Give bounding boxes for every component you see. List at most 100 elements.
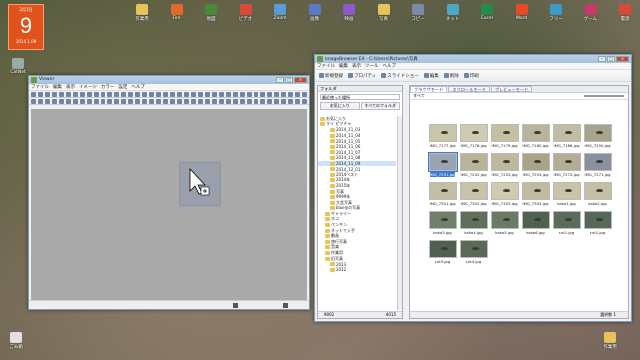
toolbar-button-5[interactable]: 削除 <box>443 73 459 79</box>
toolbar-tool-icon[interactable] <box>114 99 120 104</box>
toolbar-tool-icon[interactable] <box>190 99 196 104</box>
toolbar-button-2[interactable]: プロパティ <box>348 73 376 79</box>
desktop-icon-1[interactable]: 作業用 <box>128 4 156 22</box>
toolbar-tool-icon[interactable] <box>302 99 308 104</box>
toolbar-tool-icon[interactable] <box>225 92 231 97</box>
toolbar-tool-icon[interactable] <box>253 99 259 104</box>
desktop-icon-11[interactable]: Excel <box>473 4 501 21</box>
tree-item[interactable]: 2012 <box>318 267 396 273</box>
toolbar-tool-icon[interactable] <box>93 99 99 104</box>
thumbnail[interactable]: kaka3.jpg <box>428 211 457 236</box>
desktop-icon-8[interactable]: 写真 <box>370 4 398 22</box>
minimize-button[interactable]: – <box>598 56 606 62</box>
thumbnail[interactable]: kaka5.jpg <box>490 211 519 236</box>
toolbar-tool-icon[interactable] <box>260 99 266 104</box>
tab-favorites[interactable]: お気に入り <box>320 102 360 110</box>
viewer-menu-item[interactable]: ファイル <box>31 84 49 90</box>
thumbnail[interactable]: IMG_7250.jpg <box>583 124 612 149</box>
toolbar-tool-icon[interactable] <box>295 92 301 97</box>
desktop-icon-15[interactable]: 電源 <box>611 4 639 22</box>
desktop-icon-13[interactable]: フリー <box>542 4 570 22</box>
tab-scroll-mode[interactable]: スクロールモード <box>448 86 490 92</box>
viewer-menu-item[interactable]: ヘルプ <box>131 84 145 90</box>
toolbar-tool-icon[interactable] <box>65 92 71 97</box>
viewer-menu-item[interactable]: 表示 <box>66 84 75 90</box>
thumbnail[interactable]: cut4.jpg <box>459 240 488 265</box>
thumbnail[interactable]: IMG_7303.jpg <box>490 182 519 207</box>
toolbar-button-1[interactable]: 新規登録 <box>319 73 343 79</box>
toolbar-tool-icon[interactable] <box>170 99 176 104</box>
toolbar-tool-icon[interactable] <box>135 92 141 97</box>
toolbar-tool-icon[interactable] <box>51 99 57 104</box>
thumbnail[interactable]: IMG_7178.jpg <box>459 124 488 149</box>
thumbnail[interactable]: IMG_7302.jpg <box>459 182 488 207</box>
toolbar-tool-icon[interactable] <box>239 99 245 104</box>
toolbar-tool-icon[interactable] <box>246 92 252 97</box>
toolbar-tool-icon[interactable] <box>267 92 273 97</box>
toolbar-tool-icon[interactable] <box>267 99 273 104</box>
toolbar-tool-icon[interactable] <box>149 92 155 97</box>
toolbar-tool-icon[interactable] <box>274 92 280 97</box>
toolbar-tool-icon[interactable] <box>170 92 176 97</box>
toolbar-tool-icon[interactable] <box>44 92 50 97</box>
toolbar-tool-icon[interactable] <box>225 99 231 104</box>
thumbnail[interactable]: IMG_7251.jpg <box>427 152 458 178</box>
toolbar-tool-icon[interactable] <box>204 92 210 97</box>
toolbar-tool-icon[interactable] <box>204 99 210 104</box>
recent-places-field[interactable]: 最近使った場所 <box>320 94 400 100</box>
toolbar-tool-icon[interactable] <box>253 92 259 97</box>
thumbnail[interactable]: cut3.jpg <box>428 240 457 265</box>
thumbnail[interactable]: IMG_7180.jpg <box>521 124 550 149</box>
browser-menu-item[interactable]: ヘルプ <box>383 63 397 69</box>
desktop-icon-10[interactable]: ネット <box>439 4 467 22</box>
desktop-icon-3[interactable]: 地図 <box>197 4 225 22</box>
thumbnail[interactable]: kaka2.jpg <box>583 182 612 207</box>
toolbar-tool-icon[interactable] <box>197 99 203 104</box>
browser-menu-item[interactable]: 編集 <box>339 63 348 69</box>
tab-browser-mode[interactable]: ブラウザモード <box>410 86 448 92</box>
toolbar-tool-icon[interactable] <box>37 92 43 97</box>
toolbar-tool-icon[interactable] <box>65 99 71 104</box>
thumbnail[interactable]: IMG_7253.jpg <box>490 153 519 178</box>
close-button[interactable]: × <box>294 77 307 83</box>
thumbnail[interactable]: kaka6.jpg <box>521 211 550 236</box>
toolbar-tool-icon[interactable] <box>100 92 106 97</box>
desktop-icon-work[interactable]: 作業用 <box>596 332 624 350</box>
toolbar-button-3[interactable]: スライドショー <box>381 73 419 79</box>
desktop-icon-recycle-bin[interactable]: ごみ箱 <box>2 332 30 350</box>
tab-preview-mode[interactable]: プレビューモード <box>490 86 533 92</box>
toolbar-tool-icon[interactable] <box>288 92 294 97</box>
toolbar-tool-icon[interactable] <box>114 92 120 97</box>
calendar-widget[interactable]: 2月1日 9 2014 1.09 <box>8 4 44 50</box>
toolbar-tool-icon[interactable] <box>93 92 99 97</box>
folder-tree-scrollbar[interactable] <box>397 116 402 310</box>
close-button[interactable]: × <box>616 56 629 62</box>
toolbar-tool-icon[interactable] <box>281 92 287 97</box>
toolbar-tool-icon[interactable] <box>288 99 294 104</box>
viewer-titlebar[interactable]: Viewer – □ × <box>29 76 309 84</box>
toolbar-tool-icon[interactable] <box>218 92 224 97</box>
thumbnail[interactable]: IMG_7271.jpg <box>583 153 612 178</box>
toolbar-tool-icon[interactable] <box>197 92 203 97</box>
toolbar-tool-icon[interactable] <box>156 99 162 104</box>
toolbar-tool-icon[interactable] <box>121 99 127 104</box>
toolbar-tool-icon[interactable] <box>31 99 36 104</box>
toolbar-tool-icon[interactable] <box>183 92 189 97</box>
toolbar-tool-icon[interactable] <box>149 99 155 104</box>
tab-all-folders[interactable]: すべてのフォルダ <box>360 102 400 110</box>
desktop-icon-catnet[interactable]: CatNet <box>4 58 32 75</box>
desktop-icon-12[interactable]: Word <box>508 4 536 21</box>
desktop-icon-4[interactable]: ビデオ <box>232 4 260 22</box>
toolbar-tool-icon[interactable] <box>232 99 238 104</box>
toolbar-tool-icon[interactable] <box>281 99 287 104</box>
toolbar-tool-icon[interactable] <box>72 99 78 104</box>
maximize-button[interactable]: □ <box>285 77 293 83</box>
desktop-icon-2[interactable]: Fire <box>163 4 191 21</box>
desktop-icon-9[interactable]: コピー <box>404 4 432 22</box>
toolbar-tool-icon[interactable] <box>79 92 85 97</box>
toolbar-tool-icon[interactable] <box>142 99 148 104</box>
toolbar-tool-icon[interactable] <box>107 92 113 97</box>
viewer-menu-item[interactable]: 編集 <box>53 84 62 90</box>
thumbnail[interactable]: cut2.jpg <box>583 211 612 236</box>
toolbar-tool-icon[interactable] <box>142 92 148 97</box>
